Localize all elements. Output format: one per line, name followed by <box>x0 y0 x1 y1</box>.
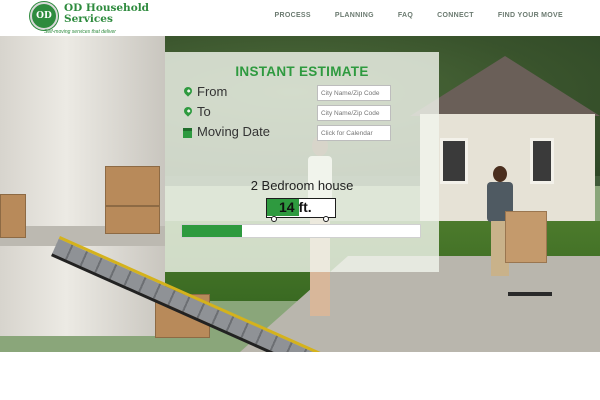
panel-title: INSTANT ESTIMATE <box>235 64 369 79</box>
house-window <box>530 138 554 184</box>
instant-estimate-panel: INSTANT ESTIMATE From To Moving Date 2 B… <box>165 52 439 272</box>
moving-date-input[interactable] <box>317 125 391 141</box>
slider-fill <box>182 225 242 237</box>
page: OD OD Household Services Self-moving ser… <box>0 0 600 400</box>
mover-head <box>493 166 507 182</box>
from-row: From <box>182 84 423 101</box>
below-hero-area <box>0 352 600 400</box>
nav-item-planning[interactable]: PLANNING <box>323 12 386 19</box>
from-input[interactable] <box>317 85 391 101</box>
cardboard-box <box>105 166 160 206</box>
logo[interactable]: OD OD Household Services Self-moving ser… <box>30 2 170 35</box>
map-pin-icon <box>182 105 194 119</box>
from-label: From <box>197 84 228 99</box>
truck-wheel-icon <box>271 216 277 222</box>
house-size-slider[interactable] <box>181 224 421 238</box>
cardboard-box <box>105 206 160 234</box>
header: OD OD Household Services Self-moving ser… <box>0 0 600 36</box>
to-row: To <box>182 104 423 121</box>
dolly-box <box>505 211 547 263</box>
nav-item-connect[interactable]: CONNECT <box>425 12 486 19</box>
date-row: Moving Date <box>183 124 423 141</box>
truck-wheel-icon <box>323 216 329 222</box>
main-nav: PROCESS PLANNING FAQ CONNECT FIND YOUR M… <box>263 12 575 19</box>
to-input[interactable] <box>317 105 391 121</box>
truck-size-indicator: 14 ft. <box>266 198 336 222</box>
nav-item-process[interactable]: PROCESS <box>263 12 323 19</box>
dolly-wheels <box>508 286 552 296</box>
logo-badge-icon: OD <box>30 2 58 30</box>
map-pin-icon <box>182 85 194 99</box>
house-window <box>440 138 468 184</box>
truck-size-text: 14 ft. <box>279 199 312 215</box>
brand-name: OD Household Services <box>64 2 150 25</box>
house-size-label: 2 Bedroom house <box>250 178 354 193</box>
logo-badge-text: OD <box>36 11 52 21</box>
moving-date-label: Moving Date <box>197 124 270 139</box>
to-label: To <box>197 104 211 119</box>
nav-item-find-your-move[interactable]: FIND YOUR MOVE <box>486 12 575 19</box>
cardboard-box <box>0 194 26 238</box>
nav-item-faq[interactable]: FAQ <box>386 12 425 19</box>
calendar-icon <box>183 127 193 139</box>
brand-tagline: Self-moving services that deliver <box>44 29 116 35</box>
